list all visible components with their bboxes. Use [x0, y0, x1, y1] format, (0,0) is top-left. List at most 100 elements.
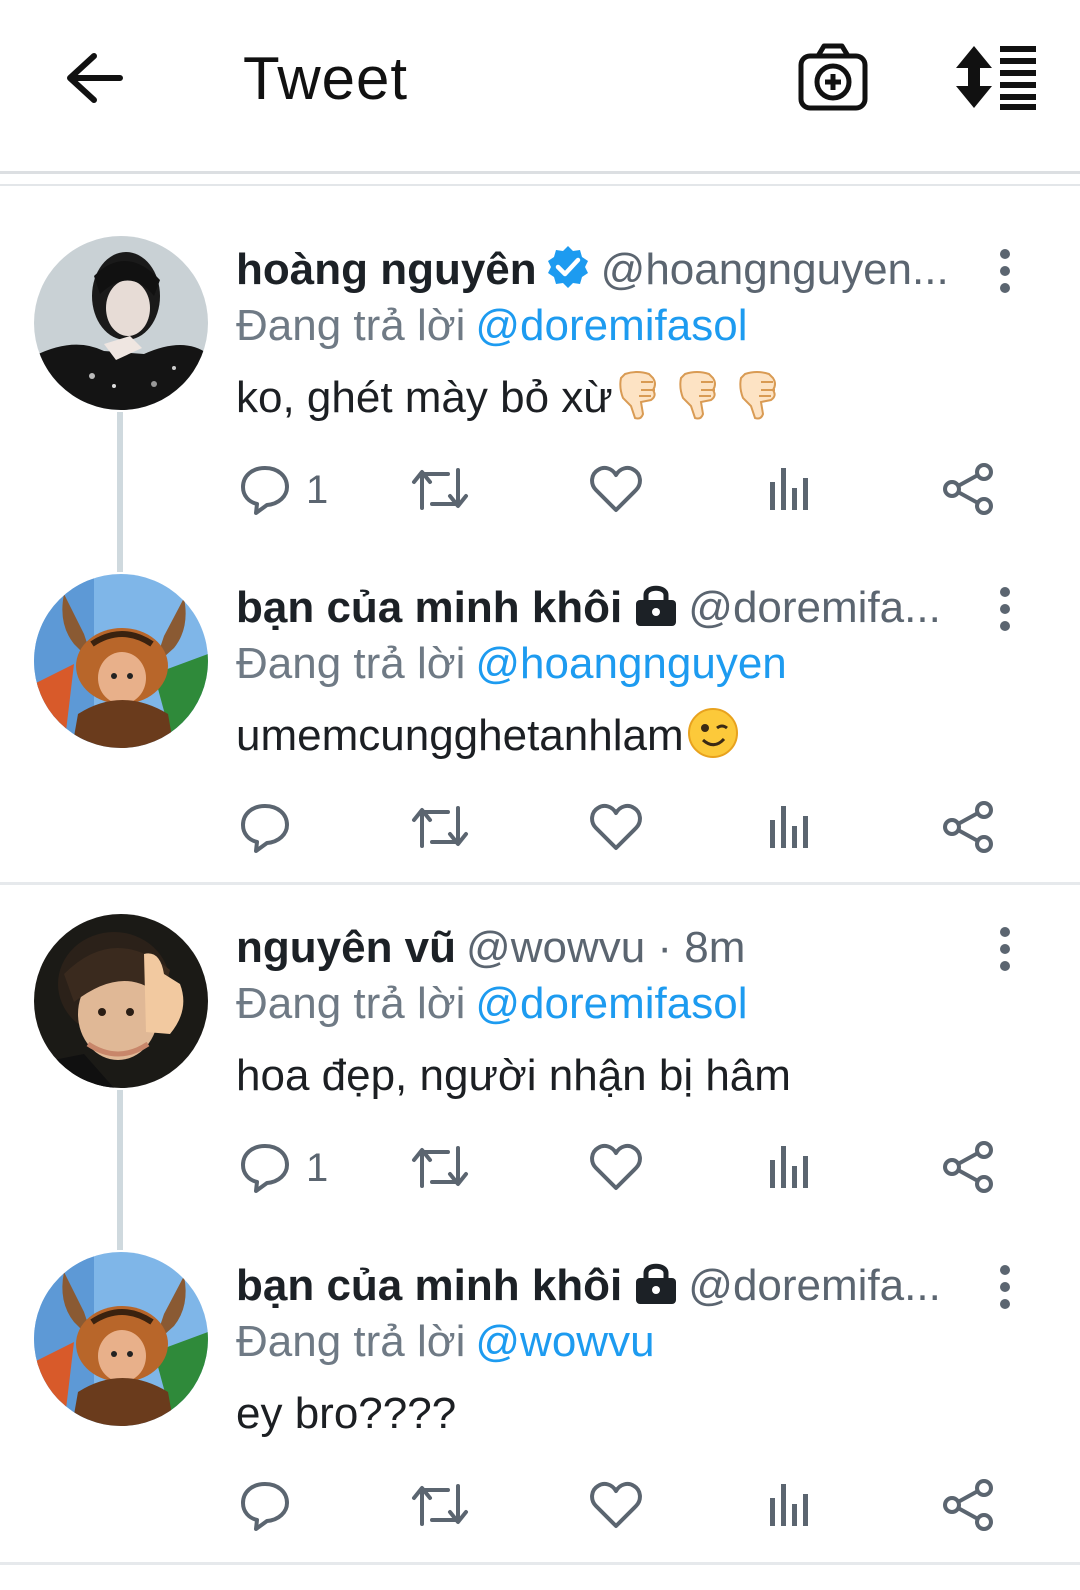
analytics-icon [770, 1146, 808, 1188]
tweet-header: hoàng nguyên @hoangnguyen... [236, 240, 976, 300]
retweet-button[interactable] [408, 1478, 472, 1542]
more-options-button[interactable] [990, 584, 1020, 634]
reply-button[interactable]: 1 [238, 462, 358, 526]
retweet-icon [412, 468, 468, 510]
retweet-button[interactable] [408, 1140, 472, 1204]
verified-icon [545, 244, 591, 300]
tweet-body: hoa đẹp, người nhận bị hâm [236, 1051, 791, 1100]
back-button[interactable] [60, 46, 130, 116]
heart-icon [590, 803, 642, 850]
retweet-icon [412, 1146, 468, 1188]
tweet-actions [0, 1478, 1080, 1542]
share-button[interactable] [940, 462, 996, 526]
display-name[interactable]: nguyên vũ [236, 923, 456, 972]
replying-label: Đang trả lời [236, 979, 466, 1028]
reply-count: 1 [306, 1146, 329, 1190]
mention-link[interactable]: @doremifasol [475, 979, 747, 1028]
lock-icon [634, 582, 678, 638]
share-button[interactable] [940, 1140, 996, 1204]
reply-icon [241, 1482, 289, 1531]
sort-button[interactable] [950, 42, 1040, 112]
display-name[interactable]: bạn của minh khôi [236, 583, 622, 632]
kebab-menu-icon [1000, 587, 1010, 631]
thumbs-down-icon [615, 368, 665, 438]
page-title: Tweet [243, 45, 409, 112]
analytics-button[interactable] [766, 1478, 814, 1542]
replying-to: Đang trả lời @doremifasol [236, 296, 748, 356]
like-button[interactable] [588, 1140, 644, 1204]
analytics-icon [770, 1484, 808, 1526]
arrow-left-icon [67, 53, 123, 103]
avatar[interactable] [34, 1252, 208, 1426]
tweet-header: nguyên vũ @wowvu · 8m [236, 918, 976, 978]
reply-icon [241, 466, 289, 515]
tweet-header: bạn của minh khôi @doremifa... [236, 1256, 976, 1316]
tweet-text: hoa đẹp, người nhận bị hâm [236, 1046, 791, 1106]
tweet-actions: 1 [0, 1140, 1080, 1204]
share-icon [943, 801, 993, 853]
kebab-menu-icon [1000, 249, 1010, 293]
replying-to: Đang trả lời @doremifasol [236, 974, 748, 1034]
tweet-reply[interactable]: hoàng nguyên @hoangnguyen... Đang trả lời… [0, 236, 1080, 574]
reply-button[interactable] [238, 1478, 358, 1542]
top-app-bar: Tweet [0, 0, 1080, 170]
analytics-button[interactable] [766, 1140, 814, 1204]
more-options-button[interactable] [990, 246, 1020, 296]
retweet-button[interactable] [408, 462, 472, 526]
replying-label: Đang trả lời [236, 1317, 466, 1366]
more-options-button[interactable] [990, 924, 1020, 974]
reply-button[interactable] [238, 800, 358, 864]
camera-button[interactable] [796, 40, 872, 116]
like-button[interactable] [588, 800, 644, 864]
reply-count: 1 [306, 468, 329, 512]
heart-icon [590, 1481, 642, 1528]
share-icon [943, 1479, 993, 1531]
reply-button[interactable]: 1 [238, 1140, 358, 1204]
lock-icon [634, 1260, 678, 1316]
tweet-header: bạn của minh khôi @doremifa... [236, 578, 976, 638]
analytics-icon [770, 468, 808, 510]
reply-icon [241, 1144, 289, 1193]
share-icon [943, 1141, 993, 1193]
share-button[interactable] [940, 800, 996, 864]
like-button[interactable] [588, 1478, 644, 1542]
retweet-icon [412, 1484, 468, 1526]
avatar[interactable] [34, 574, 208, 748]
user-handle: @hoangnguyen... [600, 245, 949, 294]
replying-to: Đang trả lời @wowvu [236, 1312, 655, 1372]
tweet-text: ey bro???? [236, 1384, 456, 1444]
avatar[interactable] [34, 236, 208, 410]
share-button[interactable] [940, 1478, 996, 1542]
sort-list-icon [956, 46, 1036, 110]
header-divider-secondary [0, 184, 1080, 186]
user-handle: @doremifa... [688, 1261, 941, 1310]
display-name[interactable]: bạn của minh khôi [236, 1261, 622, 1310]
user-handle: @doremifa... [688, 583, 941, 632]
replying-label: Đang trả lời [236, 301, 466, 350]
kebab-menu-icon [1000, 1265, 1010, 1309]
kebab-menu-icon [1000, 927, 1010, 971]
conversation-divider [0, 882, 1080, 885]
avatar[interactable] [34, 914, 208, 1088]
tweet-body: umemcungghetanhlam [236, 711, 684, 760]
conversation-divider [0, 1562, 1080, 1565]
analytics-button[interactable] [766, 462, 814, 526]
tweet-text: ko, ghét mày bỏ xừ [236, 368, 785, 438]
tweet-actions: 1 [0, 462, 1080, 526]
mention-link[interactable]: @wowvu [475, 1317, 654, 1366]
heart-icon [590, 1143, 642, 1190]
more-options-button[interactable] [990, 1262, 1020, 1312]
display-name[interactable]: hoàng nguyên [236, 245, 537, 294]
retweet-button[interactable] [408, 800, 472, 864]
camera-plus-icon [798, 43, 868, 111]
like-button[interactable] [588, 462, 644, 526]
replying-to: Đang trả lời @hoangnguyen [236, 634, 787, 694]
tweet-reply[interactable]: bạn của minh khôi @doremifa... Đang trả l… [0, 574, 1080, 912]
tweet-reply[interactable]: bạn của minh khôi @doremifa... Đang trả l… [0, 1252, 1080, 1590]
replying-label: Đang trả lời [236, 639, 466, 688]
mention-link[interactable]: @doremifasol [475, 301, 747, 350]
tweet-reply[interactable]: nguyên vũ @wowvu · 8m Đang trả lời @doremi… [0, 914, 1080, 1252]
mention-link[interactable]: @hoangnguyen [475, 639, 786, 688]
analytics-button[interactable] [766, 800, 814, 864]
retweet-icon [412, 806, 468, 848]
